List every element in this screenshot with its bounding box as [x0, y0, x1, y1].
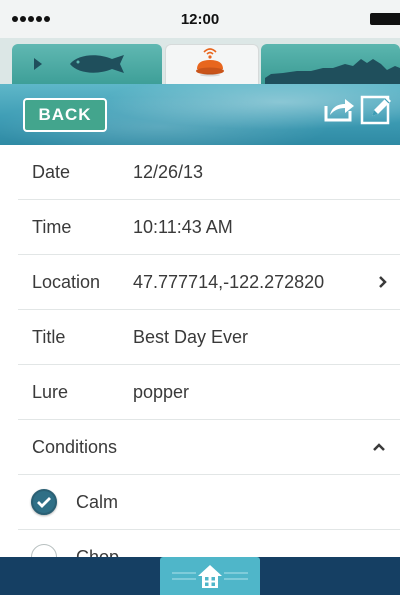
tab-fish[interactable] [12, 44, 162, 84]
home-button[interactable] [160, 557, 260, 595]
checkbox-checked[interactable] [31, 489, 57, 515]
row-lure: Lure popper [18, 365, 400, 420]
share-icon[interactable] [323, 96, 355, 122]
tab-sonar[interactable] [165, 44, 259, 85]
row-time: Time 10:11:43 AM [18, 200, 400, 255]
conditions-label: Conditions [32, 437, 118, 457]
lure-label: Lure [32, 382, 69, 402]
phone-screen: 12:00 BACK Date 12/26/13 Time 10:11:43 A… [0, 0, 400, 595]
chevron-right-icon[interactable] [378, 275, 388, 289]
row-title: Title Best Day Ever [18, 310, 400, 365]
lure-value: popper [133, 382, 190, 402]
title-value: Best Day Ever [133, 327, 249, 347]
tab-strip [0, 38, 400, 85]
conditions-header[interactable]: Conditions [18, 420, 400, 475]
tab-chart[interactable] [261, 44, 400, 84]
calm-label: Calm [76, 492, 119, 512]
sonar-device-icon [196, 48, 224, 77]
bottom-bar [0, 557, 400, 595]
condition-option-calm[interactable]: Calm [18, 475, 400, 530]
fish-icon [34, 55, 124, 73]
chevron-up-icon[interactable] [372, 442, 386, 452]
location-value: 47.777714,-122.272820 [133, 272, 325, 292]
row-date: Date 12/26/13 [18, 145, 400, 200]
title-label: Title [32, 327, 66, 347]
battery-icon [370, 13, 400, 25]
time-value: 10:11:43 AM [133, 217, 233, 237]
back-button[interactable]: BACK [23, 98, 107, 132]
time-label: Time [32, 217, 72, 237]
home-icon [172, 565, 248, 588]
date-value: 12/26/13 [133, 162, 204, 182]
row-location[interactable]: Location 47.777714,-122.272820 [18, 255, 400, 310]
date-label: Date [32, 162, 71, 182]
depth-chart-icon [265, 59, 400, 84]
status-bar: 12:00 [0, 0, 400, 38]
detail-list: Date 12/26/13 Time 10:11:43 AM Location … [0, 145, 400, 585]
edit-icon[interactable] [360, 92, 394, 126]
checkmark-icon [37, 497, 51, 508]
status-time: 12:00 [180, 11, 220, 28]
location-label: Location [32, 272, 101, 292]
